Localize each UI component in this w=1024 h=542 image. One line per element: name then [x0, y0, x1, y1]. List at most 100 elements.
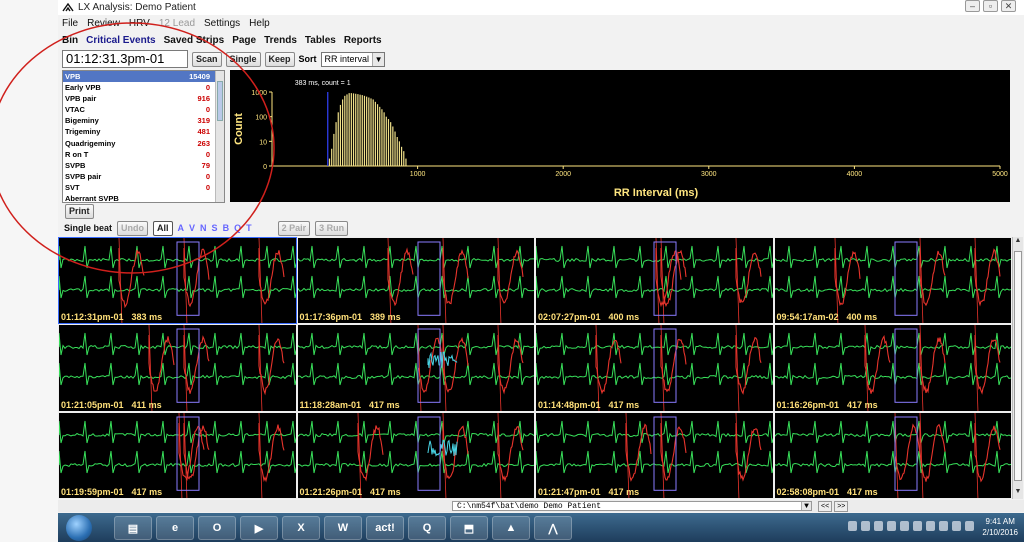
scan-button[interactable]: Scan: [192, 51, 222, 67]
network-icon[interactable]: ⬒: [450, 516, 488, 540]
menu-help[interactable]: Help: [249, 18, 270, 29]
run-button[interactable]: 3 Run: [315, 220, 349, 236]
ecg-strip[interactable]: 02:58:08pm-01 417 ms: [773, 411, 1012, 499]
ie-icon[interactable]: e: [156, 516, 194, 540]
ecg-strip[interactable]: 01:12:31pm-01 383 ms: [58, 237, 297, 325]
chevron-down-icon[interactable]: ▼: [801, 502, 811, 511]
ecg-strip[interactable]: 09:54:17am-02 400 ms: [773, 237, 1012, 325]
event-row-r-on-t[interactable]: R on T 0: [63, 149, 224, 160]
ecg-strip[interactable]: 01:21:26pm-01 417 ms: [296, 411, 535, 499]
event-row-quadrigeminy[interactable]: Quadrigeminy 263: [63, 138, 224, 149]
ecg-strip[interactable]: 01:16:26pm-01 417 ms: [773, 324, 1012, 412]
app-logo-icon: [62, 3, 74, 12]
clock-date: 2/10/2016: [982, 528, 1018, 537]
rr-histogram[interactable]: 1000 100 10 0 1000 2000 3000 4000 5000 383 ms, co…: [230, 70, 1010, 202]
ecg-strip[interactable]: 01:19:59pm-01 417 ms: [58, 411, 297, 499]
strip-time: 01:19:59pm-01: [61, 486, 124, 497]
chevron-down-icon[interactable]: ▼: [372, 52, 385, 66]
close-button[interactable]: ✕: [1001, 0, 1016, 12]
ecg-strip[interactable]: 01:21:05pm-01 411 ms: [58, 324, 297, 412]
pair-button[interactable]: 2 Pair: [277, 220, 311, 236]
act-icon[interactable]: act!: [366, 516, 404, 540]
event-row-vpb-pair[interactable]: VPB pair 916: [63, 93, 224, 104]
media-player-icon[interactable]: ▶: [240, 516, 278, 540]
menu-settings[interactable]: Settings: [204, 18, 240, 29]
clock[interactable]: 9:41 AM 2/10/2016: [982, 516, 1018, 538]
class-a-button[interactable]: A: [178, 223, 185, 233]
scroll-up-icon[interactable]: ▲: [1013, 237, 1023, 248]
class-q-button[interactable]: Q: [234, 223, 241, 233]
explorer-icon[interactable]: ▤: [114, 516, 152, 540]
scroll-thumb[interactable]: [217, 81, 223, 121]
event-row-aberrant-svpb[interactable]: Aberrant SVPB: [63, 193, 224, 202]
class-n-button[interactable]: N: [200, 223, 207, 233]
menu-12-lead[interactable]: 12 Lead: [159, 18, 195, 29]
lx-app-icon[interactable]: ⋀: [534, 516, 572, 540]
scroll-down-icon[interactable]: ▼: [1013, 488, 1023, 499]
tray-icon[interactable]: [861, 521, 870, 531]
tray-icon[interactable]: [874, 521, 883, 531]
sort-select[interactable]: RR interval ▼: [320, 51, 386, 67]
tab-bin[interactable]: Bin: [62, 35, 78, 46]
class-t-button[interactable]: T: [246, 223, 252, 233]
tray-icon[interactable]: [887, 521, 896, 531]
tray-icon[interactable]: [965, 521, 974, 531]
tab-tables[interactable]: Tables: [305, 35, 336, 46]
event-row-svpb[interactable]: SVPB 79: [63, 160, 224, 171]
excel-icon[interactable]: X: [282, 516, 320, 540]
time-input[interactable]: 01:12:31.3pm-01: [62, 50, 188, 68]
single-button[interactable]: Single: [225, 51, 261, 67]
print-button[interactable]: Print: [65, 204, 94, 219]
tab-reports[interactable]: Reports: [344, 35, 382, 46]
start-button[interactable]: [66, 515, 92, 541]
ecg-strip[interactable]: 01:17:36pm-01 389 ms: [296, 237, 535, 325]
strip-scroll-thumb[interactable]: [1014, 251, 1022, 481]
menu-file[interactable]: File: [62, 18, 78, 29]
event-row-svt[interactable]: SVT 0: [63, 182, 224, 193]
patient-path-select[interactable]: C:\nm54f\bat\demo Demo Patient ▼: [452, 501, 812, 511]
all-button[interactable]: All: [153, 220, 173, 236]
tray-icon[interactable]: [926, 521, 935, 531]
ecg-strip[interactable]: 01:21:47pm-01 417 ms: [535, 411, 774, 499]
event-row-early-vpb[interactable]: Early VPB 0: [63, 82, 224, 93]
next-page-button[interactable]: >>: [834, 501, 849, 512]
menu-review[interactable]: Review: [87, 18, 120, 29]
tray-icon[interactable]: [900, 521, 909, 531]
class-s-button[interactable]: S: [212, 223, 218, 233]
undo-button[interactable]: Undo: [117, 220, 149, 236]
critical-events-list[interactable]: VPB 15409 Early VPB 0 VPB pair 916 VTAC 0 Bigemi…: [62, 70, 225, 203]
minimize-button[interactable]: –: [965, 0, 980, 12]
menu-hrv[interactable]: HRV: [129, 18, 150, 29]
event-list-scrollbar[interactable]: [215, 71, 224, 202]
outlook-icon[interactable]: O: [198, 516, 236, 540]
maximize-button[interactable]: ▫: [983, 0, 998, 12]
pdf-icon[interactable]: ▲: [492, 516, 530, 540]
event-row-svpb-pair[interactable]: SVPB pair 0: [63, 171, 224, 182]
class-v-button[interactable]: V: [189, 223, 195, 233]
strip-time: 01:14:48pm-01: [538, 399, 601, 410]
tray-icon[interactable]: [939, 521, 948, 531]
strip-scrollbar[interactable]: ▲ ▼: [1012, 237, 1023, 499]
ecg-strip[interactable]: 01:14:48pm-01 417 ms: [535, 324, 774, 412]
event-row-trigeminy[interactable]: Trigeminy 481: [63, 126, 224, 137]
tab-trends[interactable]: Trends: [264, 35, 297, 46]
tray-icon[interactable]: [913, 521, 922, 531]
tray-icon[interactable]: [952, 521, 961, 531]
event-row-bigeminy[interactable]: Bigeminy 319: [63, 115, 224, 126]
q-icon[interactable]: Q: [408, 516, 446, 540]
tab-critical-events[interactable]: Critical Events: [86, 35, 155, 46]
ecg-strip[interactable]: 11:18:28am-01 417 ms: [296, 324, 535, 412]
keep-button[interactable]: Keep: [264, 51, 295, 67]
word-icon[interactable]: W: [324, 516, 362, 540]
class-b-button[interactable]: B: [223, 223, 230, 233]
event-row-vpb[interactable]: VPB 15409: [63, 71, 224, 83]
tab-page[interactable]: Page: [232, 35, 256, 46]
strip-label: 02:58:08pm-01 417 ms: [777, 487, 878, 497]
strip-label: 01:21:26pm-01 417 ms: [300, 487, 401, 497]
tray-icon[interactable]: [848, 521, 857, 531]
tab-saved-strips[interactable]: Saved Strips: [164, 35, 225, 46]
prev-page-button[interactable]: <<: [818, 501, 833, 512]
event-row-vtac[interactable]: VTAC 0: [63, 104, 224, 115]
strip-time: 01:17:36pm-01: [299, 312, 363, 323]
ecg-strip[interactable]: 02:07:27pm-01 400 ms: [535, 237, 774, 325]
